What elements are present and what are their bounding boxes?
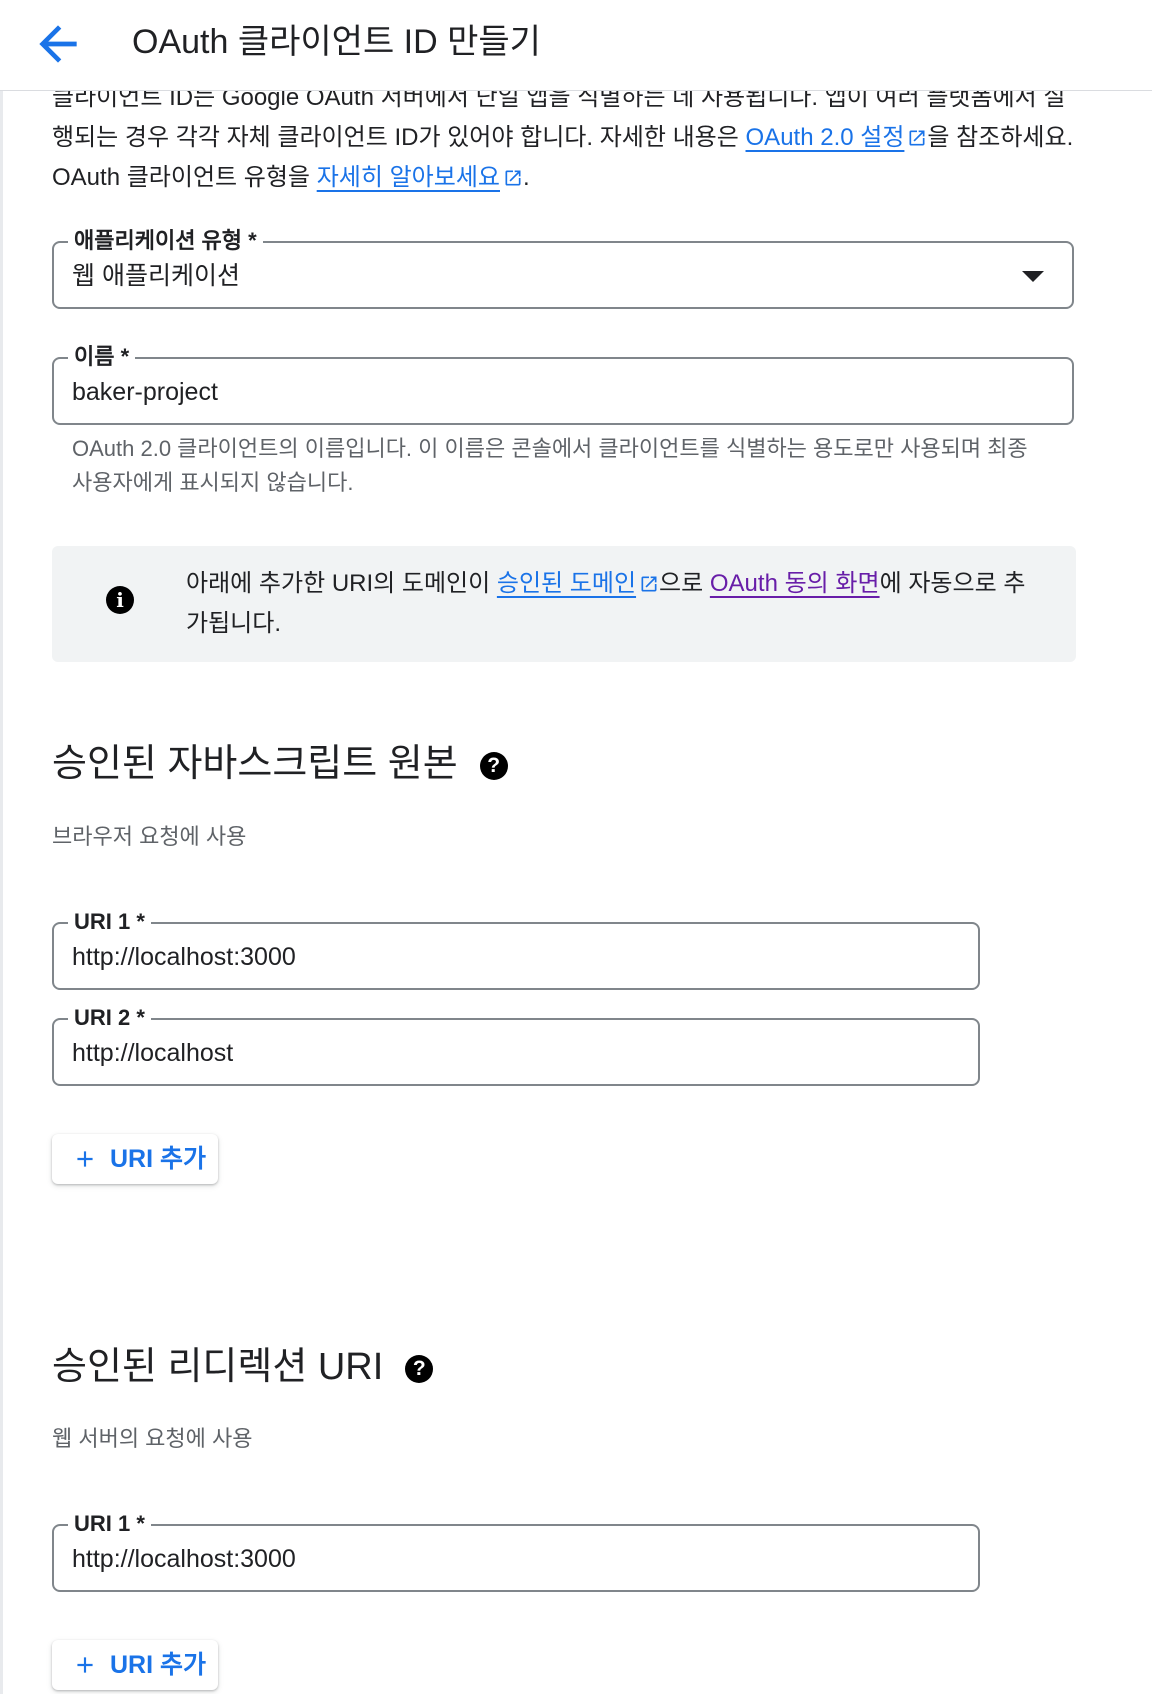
oauth-settings-link[interactable]: OAuth 2.0 설정 [746, 124, 928, 151]
external-link-icon [505, 170, 521, 186]
info-banner: i 아래에 추가한 URI의 도메인이 승인된 도메인 으로 OAuth 동의 화… [52, 546, 1076, 662]
js-origin-uri-1-input[interactable] [72, 942, 932, 972]
redirect-uris-title: 승인된 리디렉션 URI? [52, 1343, 434, 1391]
add-redirect-uri-label: URI 추가 [110, 1651, 207, 1679]
external-link-icon [909, 130, 925, 146]
application-type-value: 웹 애플리케이션 [72, 262, 240, 290]
form-content: 클라이언트 ID는 Google OAuth 서버에서 단일 앱을 식별하는 데… [0, 0, 1152, 1694]
name-field: 이름 * [52, 343, 1074, 425]
js-origin-uri-2-input[interactable] [72, 1038, 932, 1068]
authorized-domains-link-label: 승인된 도메인 [496, 570, 637, 597]
redirect-uris-title-text: 승인된 리디렉션 URI [52, 1346, 384, 1388]
name-hint: OAuth 2.0 클라이언트의 이름입니다. 이 이름은 콘솔에서 클라이언트… [72, 436, 1028, 495]
learn-more-link-label: 자세히 알아보세요 [316, 164, 500, 191]
info-text-2: 으로 [659, 570, 710, 597]
intro-paragraph: 클라이언트 ID는 Google OAuth 서버에서 단일 앱을 식별하는 데… [52, 78, 1082, 198]
info-text-1: 아래에 추가한 URI의 도메인이 [186, 570, 497, 597]
authorized-domains-link[interactable]: 승인된 도메인 [497, 570, 659, 597]
consent-screen-link[interactable]: OAuth 동의 화면 [710, 570, 880, 597]
js-origin-uri-2-label: URI 2 * [68, 1004, 151, 1032]
external-link-icon [641, 576, 657, 592]
name-input[interactable] [72, 377, 1012, 407]
application-type-label: 애플리케이션 유형 * [68, 227, 263, 255]
add-js-origin-uri-button[interactable]: URI 추가 [52, 1134, 218, 1184]
redirect-uri-1-input[interactable] [72, 1544, 932, 1574]
js-origin-uri-1-label: URI 1 * [68, 908, 151, 936]
plus-icon [77, 1151, 93, 1167]
name-label: 이름 * [68, 343, 136, 371]
application-type-select[interactable]: 애플리케이션 유형 * 웹 애플리케이션 [52, 227, 1074, 309]
add-js-origin-uri-label: URI 추가 [110, 1145, 207, 1173]
back-button[interactable] [30, 16, 86, 72]
js-origins-subtitle: 브라우저 요청에 사용 [52, 824, 247, 849]
learn-more-link[interactable]: 자세히 알아보세요 [317, 164, 523, 191]
plus-icon [77, 1657, 93, 1673]
arrow-back-icon [39, 25, 77, 63]
redirect-uri-1-field: URI 1 * [52, 1510, 980, 1592]
js-origin-uri-1-field: URI 1 * [52, 908, 980, 990]
intro-text-3: . [523, 164, 530, 191]
help-icon[interactable]: ? [479, 752, 508, 780]
js-origins-title: 승인된 자바스크립트 원본? [52, 740, 508, 788]
info-icon: i [106, 586, 134, 614]
add-redirect-uri-button[interactable]: URI 추가 [52, 1640, 218, 1690]
page-header: OAuth 클라이언트 ID 만들기 [0, 0, 1152, 91]
help-icon[interactable]: ? [405, 1355, 434, 1383]
redirect-uri-1-label: URI 1 * [68, 1510, 151, 1538]
dropdown-arrow-icon[interactable] [1022, 271, 1044, 282]
page-title: OAuth 클라이언트 ID 만들기 [132, 23, 541, 61]
info-text: 아래에 추가한 URI의 도메인이 승인된 도메인 으로 OAuth 동의 화면에… [186, 564, 1046, 644]
redirect-uris-subtitle: 웹 서버의 요청에 사용 [52, 1426, 253, 1451]
oauth-settings-link-label: OAuth 2.0 설정 [745, 124, 905, 151]
js-origin-uri-2-field: URI 2 * [52, 1004, 980, 1086]
js-origins-title-text: 승인된 자바스크립트 원본 [52, 743, 458, 785]
